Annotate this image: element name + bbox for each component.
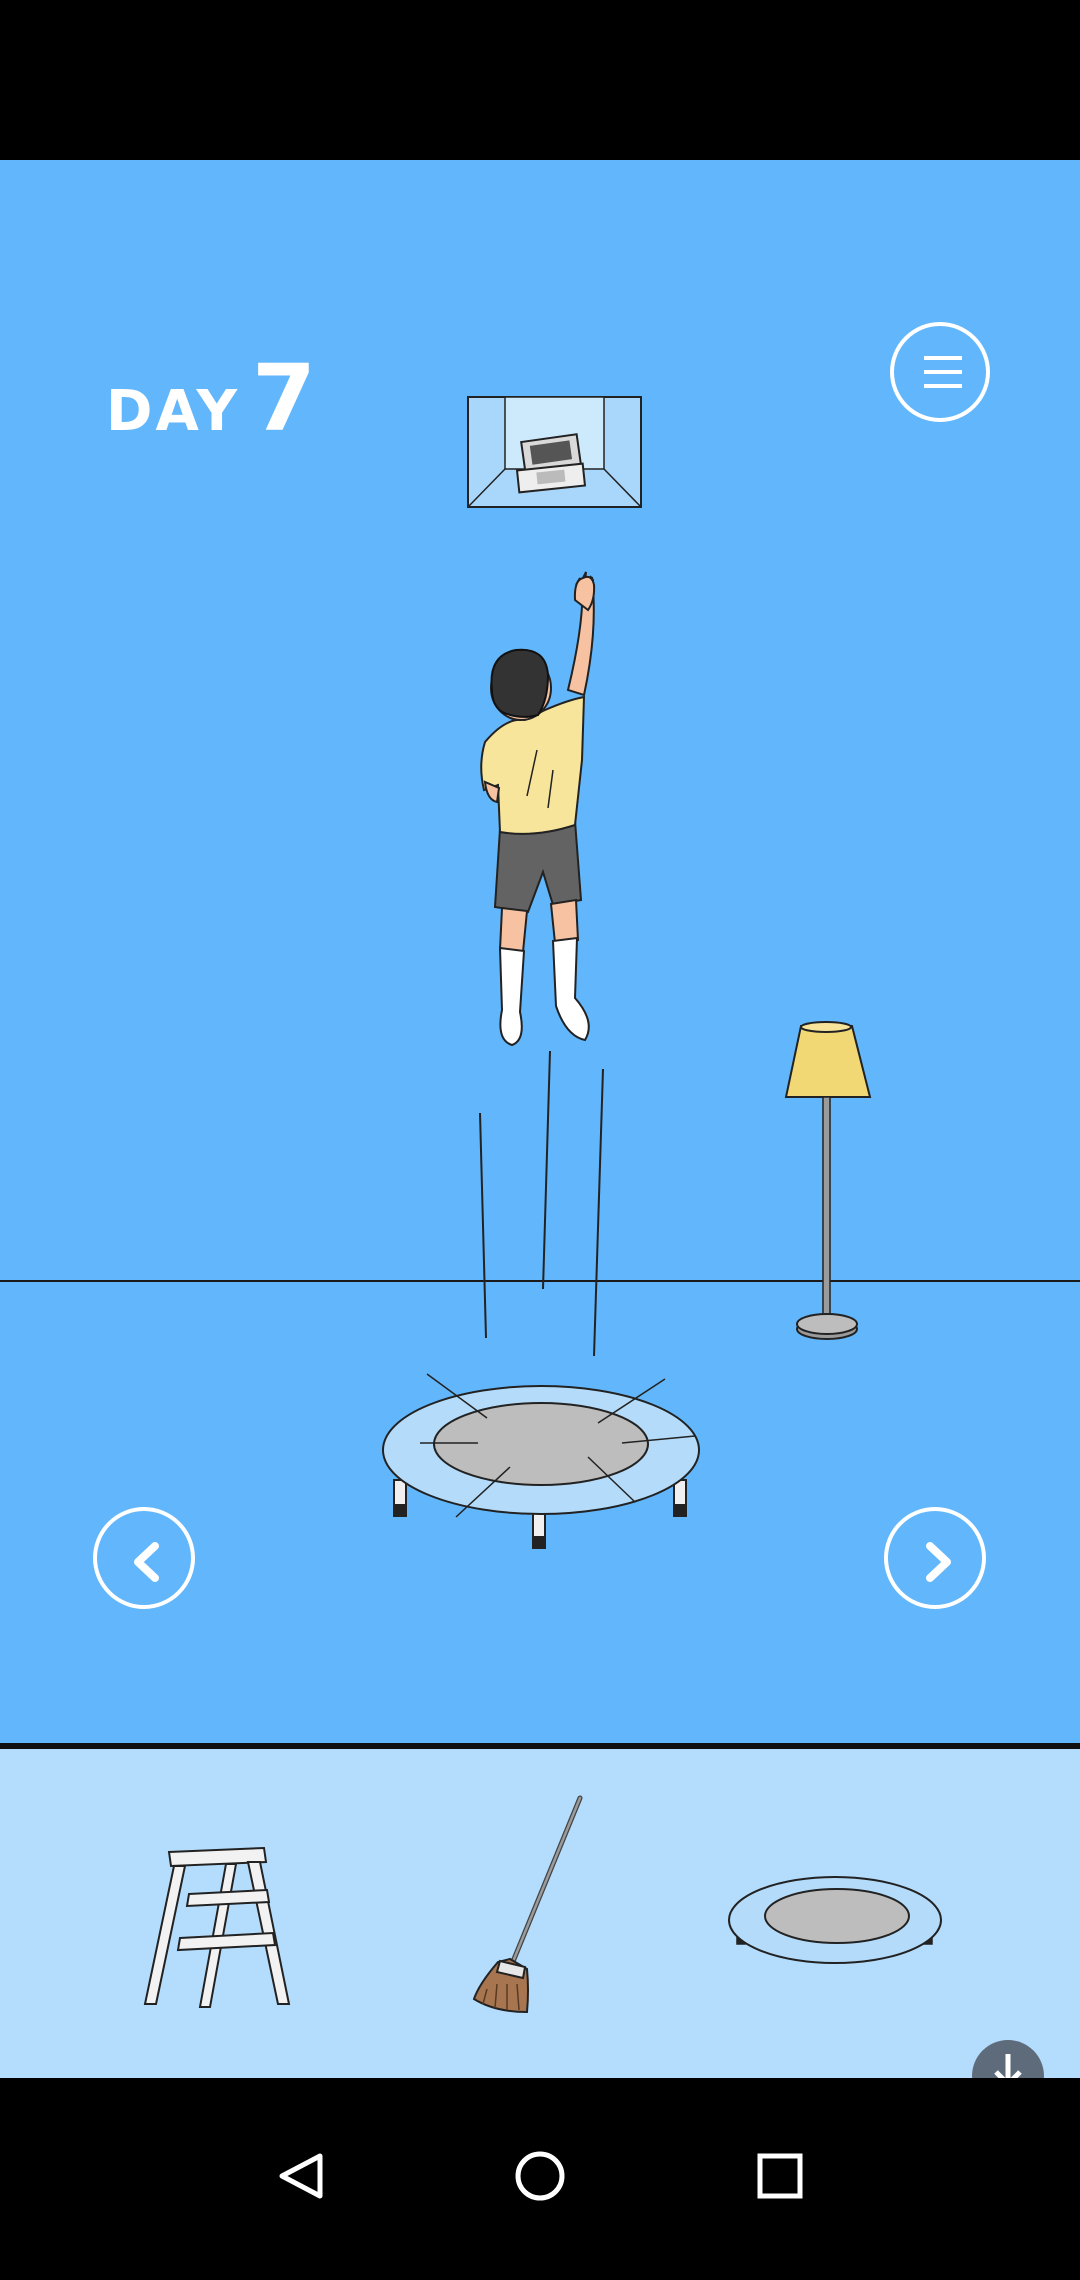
day-counter: DAY 7 [106,345,316,452]
status-bar [0,0,1080,160]
broom-icon [472,1795,583,2014]
nav-recents-button[interactable] [730,2126,830,2226]
inventory-item-step-ladder[interactable] [140,1844,310,2014]
menu-button[interactable] [890,322,990,422]
inventory-item-broom[interactable] [465,1794,595,2019]
jumping-boy [480,571,596,1047]
inventory-bar [0,1749,1080,2078]
inventory-item-trampoline[interactable] [725,1874,945,2004]
trampoline-icon [728,1876,942,1964]
triangle-back-icon [279,2153,323,2199]
prev-view-button[interactable] [93,1507,195,1609]
motion-lines [479,1050,604,1357]
hamburger-menu-icon [924,356,962,388]
chevron-right-icon [926,1542,951,1582]
nav-back-button[interactable] [250,2126,350,2226]
system-navigation-bar [0,2078,1080,2280]
step-ladder-icon [143,1846,291,2008]
chevron-left-icon [134,1542,159,1582]
floor-lamp[interactable] [784,1021,872,1340]
game-console-item[interactable] [515,433,587,494]
ceiling-hatch[interactable] [467,396,642,508]
day-label: DAY [106,379,241,444]
square-recents-icon [757,2153,803,2199]
next-view-button[interactable] [884,1507,986,1609]
scene-trampoline[interactable] [382,1373,700,1549]
day-number: 7 [252,345,317,452]
circle-home-icon [515,2151,565,2201]
nav-home-button[interactable] [490,2126,590,2226]
